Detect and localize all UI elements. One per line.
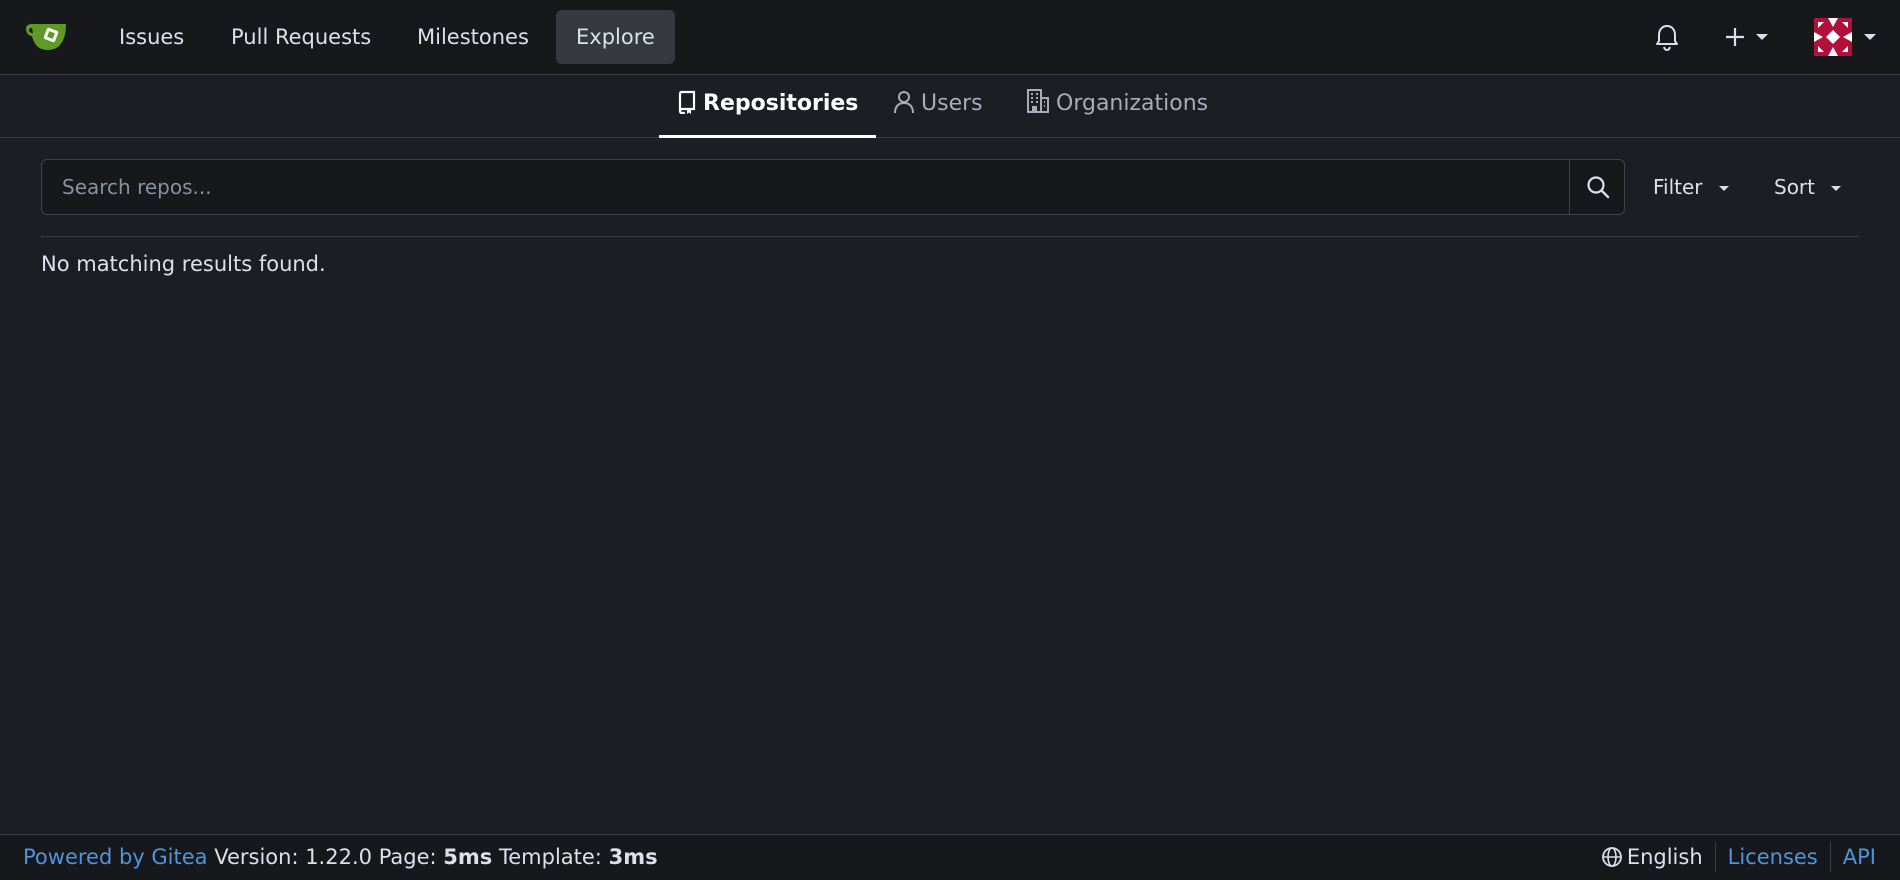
page-time-label: Page: [378,845,437,869]
user-icon [894,91,914,114]
gitea-logo-icon[interactable] [26,18,74,54]
sort-label: Sort [1774,175,1815,199]
nav-milestones[interactable]: Milestones [397,10,549,64]
avatar [1814,18,1852,56]
api-link[interactable]: API [1843,835,1876,879]
empty-results-message: No matching results found. [41,252,326,276]
language-label: English [1626,845,1703,869]
search-box [41,159,1625,215]
page-time-value: 5ms [443,845,493,869]
template-time-label: Template: [498,845,602,869]
powered-by-link[interactable]: Powered by Gitea [23,845,208,869]
top-navbar: Issues Pull Requests Milestones Explore [0,0,1900,75]
repo-icon [678,90,696,115]
notifications-bell-icon[interactable] [1650,20,1684,54]
chevron-down-icon [1756,34,1768,40]
filter-dropdown[interactable]: Filter [1653,172,1729,202]
search-button[interactable] [1569,160,1625,214]
user-menu-dropdown[interactable] [1814,18,1878,58]
tab-users-label: Users [921,91,983,116]
chevron-down-icon [1864,34,1876,40]
sort-dropdown[interactable]: Sort [1774,172,1842,202]
nav-issues[interactable]: Issues [99,10,204,64]
licenses-link[interactable]: Licenses [1728,835,1818,879]
footer-separator [1829,842,1831,872]
tab-repositories[interactable]: Repositories [659,76,877,138]
explore-tabs: Repositories Users Organizations [0,76,1900,138]
filter-label: Filter [1653,175,1703,199]
chevron-down-icon [1718,186,1729,191]
tab-organizations[interactable]: Organizations [1026,76,1208,138]
divider [41,236,1859,237]
organization-icon [1027,89,1049,113]
tab-repositories-label: Repositories [703,91,859,116]
template-time-value: 3ms [608,845,658,869]
footer-separator [1714,842,1716,872]
tab-organizations-label: Organizations [1056,91,1209,116]
search-input[interactable] [42,160,1569,214]
version-text: Version: 1.22.0 [214,845,372,869]
tab-users[interactable]: Users [893,76,983,138]
footer: Powered by Gitea Version: 1.22.0 Page: 5… [0,834,1900,880]
language-selector[interactable]: English [1601,835,1703,879]
search-icon [1586,176,1609,199]
nav-explore[interactable]: Explore [556,10,675,64]
plus-icon [1726,28,1744,46]
globe-icon [1601,847,1622,867]
nav-pull-requests[interactable]: Pull Requests [211,10,391,64]
chevron-down-icon [1831,186,1842,191]
create-new-dropdown[interactable] [1720,22,1780,52]
